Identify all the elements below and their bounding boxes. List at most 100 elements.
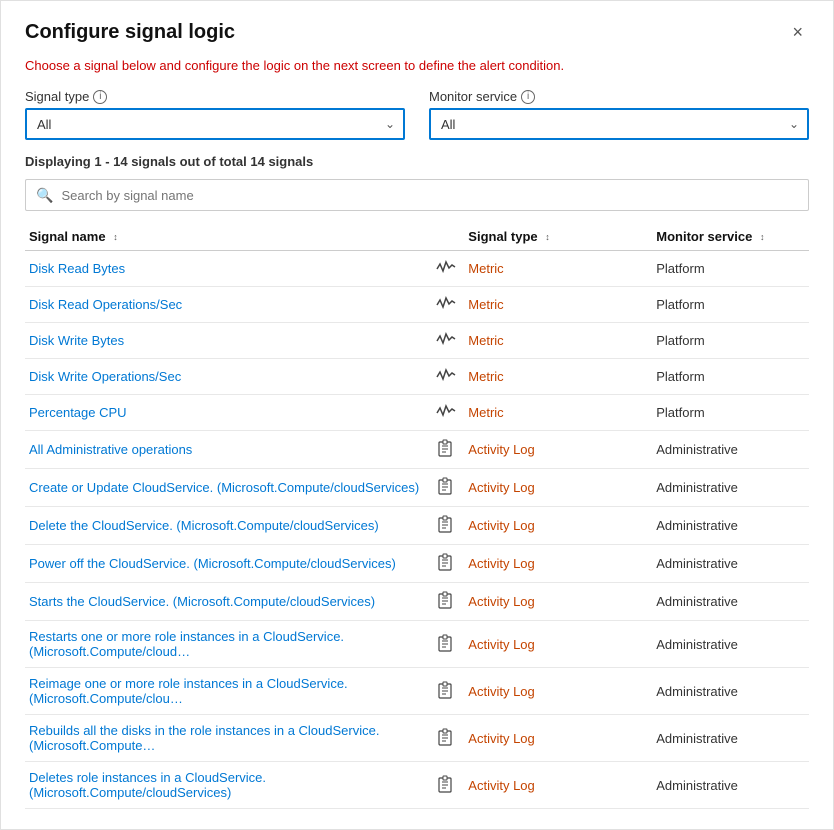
signals-table: Signal name ↕ Signal type ↕ Monitor serv… (25, 223, 809, 809)
spacer-cell (621, 469, 652, 507)
signal-type-info-icon[interactable]: i (93, 90, 107, 104)
spacer-cell (621, 395, 652, 431)
search-input[interactable] (61, 188, 798, 203)
signal-name-link[interactable]: Delete the CloudService. (Microsoft.Comp… (29, 518, 379, 533)
signal-icon-cell (432, 469, 464, 507)
th-signal-type: Signal type ↕ (464, 223, 621, 251)
table-row: Disk Write Bytes Metric Platform (25, 323, 809, 359)
signal-type-sort-icon[interactable]: ↕ (545, 233, 550, 242)
th-icon (432, 223, 464, 251)
signal-type-select[interactable]: All Metric Activity Log (25, 108, 405, 140)
table-row: Reimage one or more role instances in a … (25, 668, 809, 715)
filter-row: Signal type i All Metric Activity Log ⌄ … (25, 89, 809, 140)
signal-name-link[interactable]: Create or Update CloudService. (Microsof… (29, 480, 419, 495)
signal-name-link[interactable]: All Administrative operations (29, 442, 192, 457)
signal-name-link[interactable]: Disk Read Bytes (29, 261, 125, 276)
spacer-cell (621, 287, 652, 323)
close-button[interactable]: × (786, 21, 809, 43)
signal-name-link[interactable]: Disk Write Bytes (29, 333, 124, 348)
signal-name-link[interactable]: Restarts one or more role instances in a… (29, 629, 344, 659)
spacer-cell (621, 545, 652, 583)
monitor-service-select[interactable]: All Platform Administrative (429, 108, 809, 140)
signal-icon-cell (432, 395, 464, 431)
activity-log-icon (438, 775, 454, 793)
monitor-service-info-icon[interactable]: i (521, 90, 535, 104)
signal-icon-cell (432, 583, 464, 621)
signal-name-cell: Delete the CloudService. (Microsoft.Comp… (25, 507, 432, 545)
signal-type-value: Activity Log (468, 684, 534, 699)
signal-name-link[interactable]: Power off the CloudService. (Microsoft.C… (29, 556, 396, 571)
table-row: Disk Read Bytes Metric Platform (25, 251, 809, 287)
activity-log-icon (438, 553, 454, 571)
signal-type-cell: Activity Log (464, 621, 621, 668)
signal-name-cell: Disk Read Bytes (25, 251, 432, 287)
signal-name-link[interactable]: Starts the CloudService. (Microsoft.Comp… (29, 594, 375, 609)
activity-log-icon (438, 439, 454, 457)
signal-type-cell: Activity Log (464, 762, 621, 809)
metric-chart-icon (436, 295, 456, 311)
table-row: Restarts one or more role instances in a… (25, 621, 809, 668)
monitor-service-cell: Platform (652, 323, 809, 359)
signal-name-sort-icon[interactable]: ↕ (113, 233, 118, 242)
signal-name-cell: Power off the CloudService. (Microsoft.C… (25, 545, 432, 583)
signal-count: Displaying 1 - 14 signals out of total 1… (25, 154, 809, 169)
signal-type-cell: Activity Log (464, 469, 621, 507)
signal-type-cell: Activity Log (464, 583, 621, 621)
signal-type-label: Signal type i (25, 89, 405, 104)
signal-icon-cell (432, 715, 464, 762)
signal-type-value: Activity Log (468, 556, 534, 571)
signal-name-link[interactable]: Reimage one or more role instances in a … (29, 676, 348, 706)
signal-icon-cell (432, 359, 464, 395)
th-icon2 (621, 223, 652, 251)
metric-chart-icon (436, 367, 456, 383)
signal-name-cell: Create or Update CloudService. (Microsof… (25, 469, 432, 507)
search-icon: 🔍 (36, 187, 53, 204)
signal-type-value: Metric (468, 405, 503, 420)
monitor-service-cell: Platform (652, 251, 809, 287)
monitor-service-cell: Administrative (652, 762, 809, 809)
signal-icon-cell (432, 323, 464, 359)
signal-type-value: Metric (468, 333, 503, 348)
signal-name-cell: Starts the CloudService. (Microsoft.Comp… (25, 583, 432, 621)
spacer-cell (621, 668, 652, 715)
signal-type-value: Activity Log (468, 778, 534, 793)
signal-name-cell: Rebuilds all the disks in the role insta… (25, 715, 432, 762)
signal-type-cell: Metric (464, 287, 621, 323)
table-row: Starts the CloudService. (Microsoft.Comp… (25, 583, 809, 621)
signal-name-link[interactable]: Percentage CPU (29, 405, 127, 420)
table-row: Delete the CloudService. (Microsoft.Comp… (25, 507, 809, 545)
spacer-cell (621, 507, 652, 545)
signal-type-cell: Metric (464, 251, 621, 287)
table-body: Disk Read Bytes Metric Platform Disk Read O… (25, 251, 809, 809)
spacer-cell (621, 323, 652, 359)
search-bar: 🔍 (25, 179, 809, 211)
monitor-service-cell: Administrative (652, 545, 809, 583)
table-row: Power off the CloudService. (Microsoft.C… (25, 545, 809, 583)
monitor-service-sort-icon[interactable]: ↕ (760, 233, 765, 242)
signal-type-group: Signal type i All Metric Activity Log ⌄ (25, 89, 405, 140)
table-row: Disk Write Operations/SecMetricPlatform (25, 359, 809, 395)
activity-log-icon (438, 634, 454, 652)
signal-name-cell: Deletes role instances in a CloudService… (25, 762, 432, 809)
th-monitor-service: Monitor service ↕ (652, 223, 809, 251)
signal-icon-cell (432, 431, 464, 469)
signal-type-value: Metric (468, 297, 503, 312)
signal-type-cell: Metric (464, 323, 621, 359)
table-header: Signal name ↕ Signal type ↕ Monitor serv… (25, 223, 809, 251)
table-row: Rebuilds all the disks in the role insta… (25, 715, 809, 762)
signal-name-link[interactable]: Deletes role instances in a CloudService… (29, 770, 266, 800)
signal-type-cell: Metric (464, 395, 621, 431)
signal-name-link[interactable]: Disk Read Operations/Sec (29, 297, 182, 312)
signal-name-link[interactable]: Disk Write Operations/Sec (29, 369, 181, 384)
spacer-cell (621, 762, 652, 809)
signal-icon-cell (432, 762, 464, 809)
signal-name-link[interactable]: Rebuilds all the disks in the role insta… (29, 723, 379, 753)
info-text: Choose a signal below and configure the … (25, 58, 809, 73)
signal-icon-cell (432, 545, 464, 583)
signal-icon-cell (432, 251, 464, 287)
signal-name-cell: Percentage CPU (25, 395, 432, 431)
signal-icon-cell (432, 287, 464, 323)
spacer-cell (621, 359, 652, 395)
spacer-cell (621, 431, 652, 469)
activity-log-icon (438, 681, 454, 699)
